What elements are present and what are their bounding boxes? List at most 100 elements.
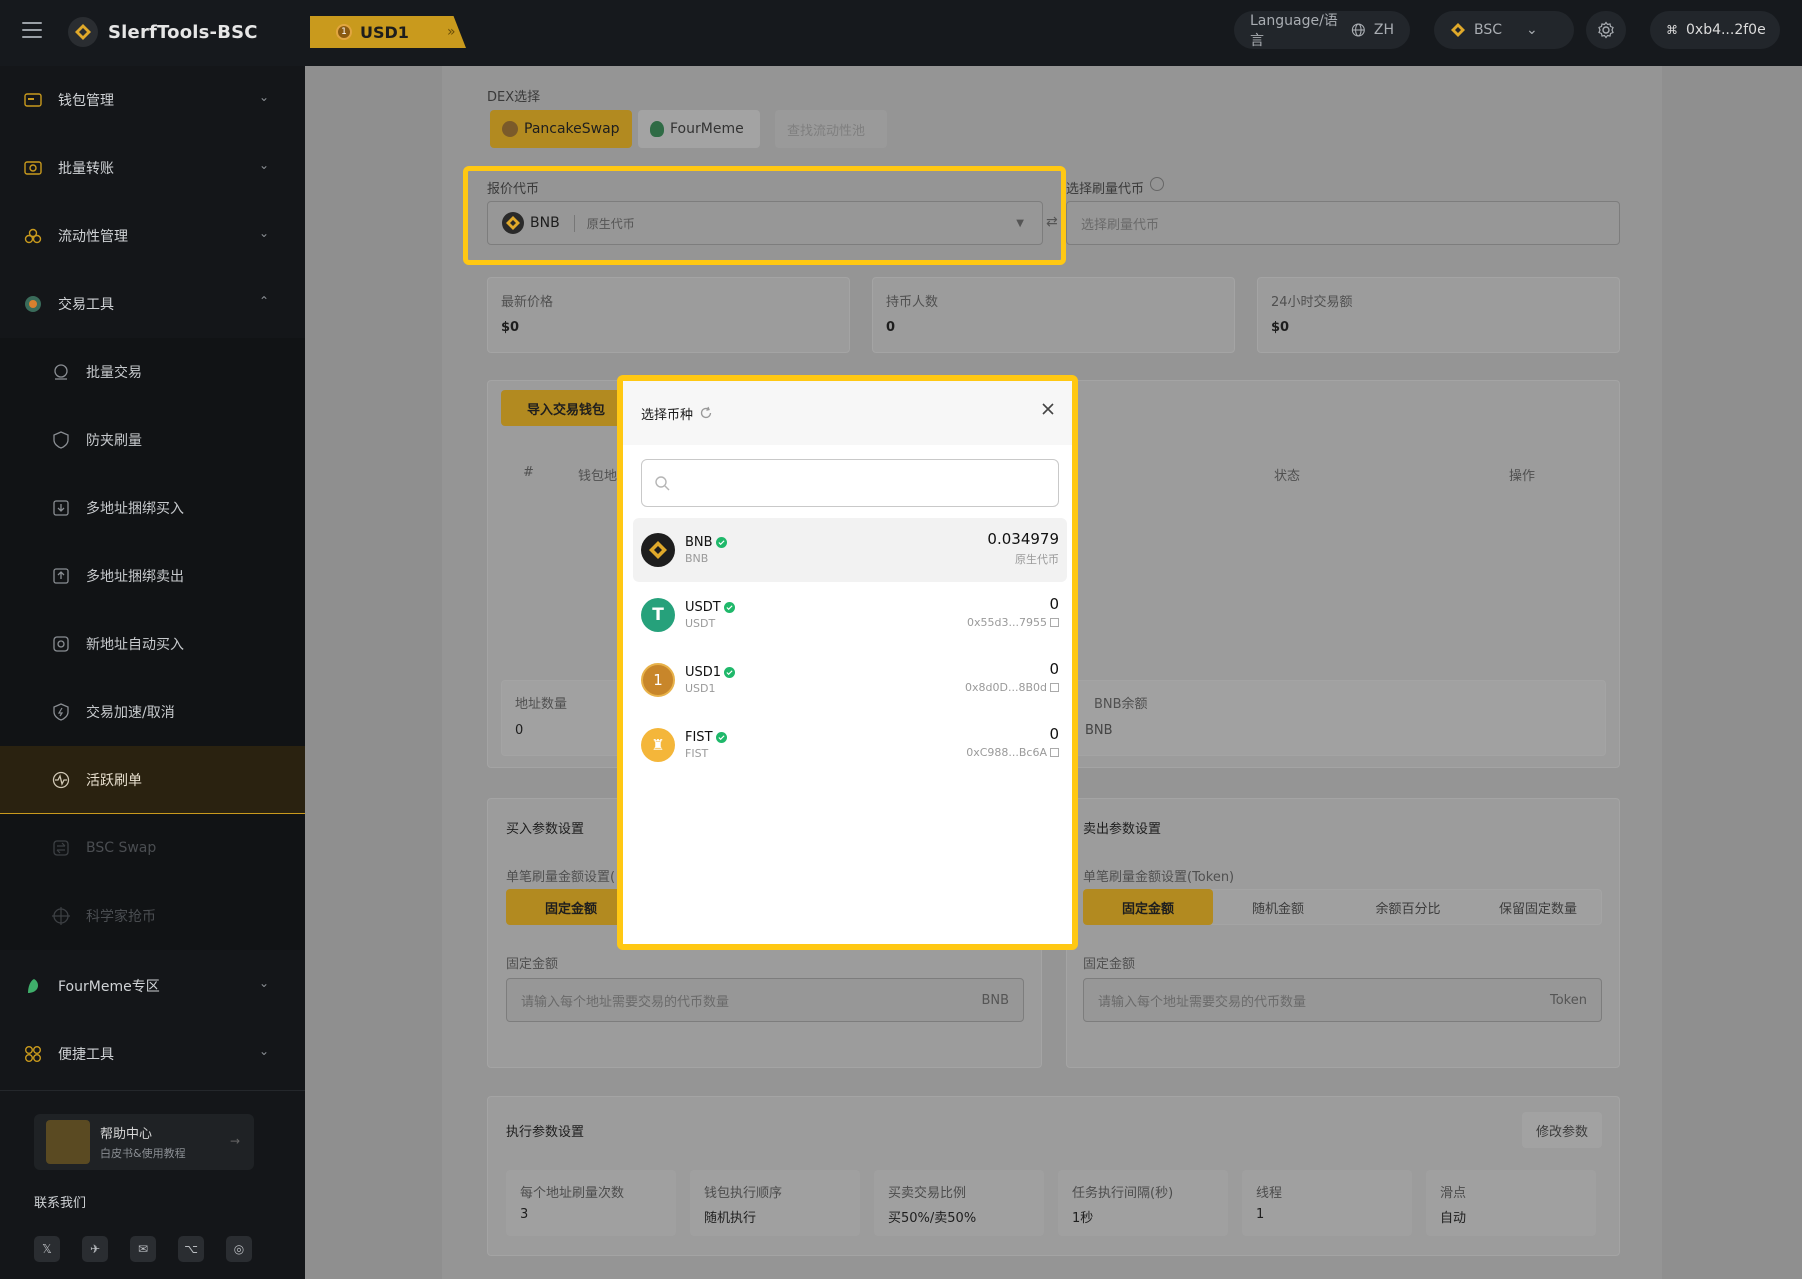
sell-amount-input[interactable]: 请输入每个地址需要交易的代币数量 Token [1083, 978, 1602, 1022]
sell-balance-percent-tab[interactable]: 余额百分比 [1343, 889, 1473, 925]
sidebar-item-trading-tools[interactable]: 交易工具 ⌃ [0, 270, 305, 338]
dex-fourmeme-button[interactable]: FourMeme [638, 110, 760, 148]
sell-fixed-amount-tab[interactable]: 固定金额 [1083, 889, 1213, 925]
param-value: 自动 [1440, 1211, 1467, 1226]
sidebar-subitem-active-volume[interactable]: 活跃刷单 [0, 746, 305, 814]
copy-icon[interactable] [1050, 748, 1059, 757]
quote-token-select[interactable]: BNB 原生代币 ▼ [487, 201, 1043, 245]
modify-params-label: 修改参数 [1535, 1124, 1588, 1140]
dex-pancakeswap-button[interactable]: PancakeSwap [490, 110, 632, 148]
sidebar-subitem-auto-buy[interactable]: 新地址自动买入 [0, 610, 305, 678]
stat-label: 持币人数 [886, 295, 939, 310]
token-balance-block: 0 0xC988...Bc6A [966, 725, 1059, 759]
refresh-icon[interactable] [1150, 177, 1164, 191]
swap-arrows-icon[interactable]: ⇄ [1046, 214, 1058, 230]
wallet-icon: ⌘ [1666, 23, 1678, 37]
seg-label: 保留固定数量 [1498, 901, 1577, 917]
verified-check-icon [723, 602, 735, 613]
sidebar-item-batch-transfer[interactable]: 批量转账 ⌄ [0, 134, 305, 202]
close-icon[interactable] [1038, 399, 1058, 419]
token-address: 0xC988...Bc6A [966, 746, 1047, 759]
param-value: 随机执行 [704, 1211, 757, 1226]
sidebar-subitem-speedup[interactable]: 交易加速/取消 [0, 678, 305, 746]
fist-icon: ♜ [641, 728, 675, 762]
wallet-address-button[interactable]: ⌘ 0xb4...2f0e [1650, 11, 1780, 49]
liquidity-icon [24, 227, 42, 245]
verified-check-icon [715, 537, 727, 548]
github-icon[interactable]: ⌥ [178, 1236, 204, 1262]
sidebar-item-liquidity[interactable]: 流动性管理 ⌄ [0, 202, 305, 270]
globe-icon [1352, 23, 1366, 37]
telegram-icon[interactable]: ✈ [82, 1236, 108, 1262]
active-token-tab[interactable]: 1 USD1 » [310, 16, 466, 48]
brand-logo-icon [68, 17, 98, 47]
network-selector[interactable]: BSC ⌄ [1434, 11, 1574, 49]
token-address: 0x55d3...7955 [967, 616, 1047, 629]
token-symbol: USDT [685, 617, 716, 630]
sidebar-subitem-batch-trade[interactable]: 批量交易 [0, 338, 305, 406]
sidebar-subitem-label: 科学家抢币 [86, 909, 156, 925]
shield-bolt-icon [52, 703, 70, 721]
buy-amount-input[interactable]: 请输入每个地址需要交易的代币数量 BNB [506, 978, 1024, 1022]
upload-icon [52, 567, 70, 585]
token-symbol: BNB [685, 552, 709, 565]
seg-label: 随机金额 [1251, 901, 1304, 917]
sidebar-subitem-label: 新地址自动买入 [86, 637, 184, 653]
sidebar-subitem-bundle-sell[interactable]: 多地址捆绑卖出 [0, 542, 305, 610]
select-token-placeholder: 选择刷量代币 [1081, 217, 1160, 233]
auto-buy-icon [52, 635, 70, 653]
settings-button[interactable] [1586, 11, 1626, 49]
import-wallet-button[interactable]: 导入交易钱包 [501, 390, 631, 426]
copy-icon[interactable] [1050, 683, 1059, 692]
param-label: 钱包执行顺序 [704, 1186, 783, 1201]
token-option-usdt[interactable]: T USDT USDT 0 0x55d3...7955 [633, 583, 1067, 647]
sell-keep-fixed-tab[interactable]: 保留固定数量 [1473, 889, 1603, 925]
buy-amount-placeholder: 请输入每个地址需要交易的代币数量 [521, 994, 730, 1010]
stat-card-volume [1257, 277, 1620, 353]
table-header-index: # [523, 465, 534, 480]
refresh-icon[interactable] [699, 406, 713, 420]
sidebar-subitem-anti-sandwich[interactable]: 防夹刷量 [0, 406, 305, 474]
buy-fixed-label: 固定金额 [506, 957, 559, 972]
active-token-label: USD1 [360, 22, 409, 42]
modify-params-button[interactable]: 修改参数 [1522, 1112, 1602, 1148]
discord-icon[interactable]: ◎ [226, 1236, 252, 1262]
mail-icon[interactable]: ✉ [130, 1236, 156, 1262]
addr-count-label: 地址数量 [515, 697, 568, 712]
token-address: 0x8d0D...8B0d [965, 681, 1047, 694]
sidebar-subitem-bsc-swap[interactable]: BSC Swap [0, 814, 305, 882]
find-pool-button[interactable]: 查找流动性池 [775, 110, 887, 148]
sidebar-item-quick-tools[interactable]: 便捷工具 ⌄ [0, 1020, 305, 1088]
arrow-right-icon: → [229, 1134, 240, 1148]
token-option-bnb[interactable]: BNB BNB 0.034979 原生代币 [633, 518, 1067, 582]
network-label: BSC [1474, 22, 1503, 38]
token-option-usd1[interactable]: 1 USD1 USD1 0 0x8d0D...8B0d [633, 648, 1067, 712]
sidebar-subitem-bundle-buy[interactable]: 多地址捆绑买入 [0, 474, 305, 542]
token-search-field[interactable] [641, 459, 1059, 507]
token-name-row: USDT [685, 600, 735, 615]
pancakeswap-icon [502, 121, 518, 137]
copy-icon[interactable] [1050, 618, 1059, 627]
sidebar-item-label: 批量转账 [58, 161, 114, 177]
import-wallet-label: 导入交易钱包 [526, 402, 605, 418]
seg-label: 固定金额 [544, 901, 597, 917]
sidebar-item-label: FourMeme专区 [58, 979, 160, 995]
sell-params-card [1066, 798, 1620, 1068]
select-token-input[interactable]: 选择刷量代币 [1066, 201, 1620, 245]
token-name: FIST [685, 730, 713, 745]
x-twitter-icon[interactable]: 𝕏 [34, 1236, 60, 1262]
token-option-fist[interactable]: ♜ FIST FIST 0 0xC988...Bc6A [633, 713, 1067, 777]
brand[interactable]: SlerfTools-BSC [68, 17, 258, 47]
language-selector[interactable]: Language/语言 ZH [1234, 11, 1410, 49]
token-balance-block: 0 0x55d3...7955 [967, 595, 1059, 629]
sidebar-item-fourmeme[interactable]: FourMeme专区 ⌄ [0, 952, 305, 1020]
buy-unit: BNB [981, 992, 1009, 1008]
sell-random-amount-tab[interactable]: 随机金额 [1213, 889, 1343, 925]
buy-amount-label: 单笔刷量金额设置( [506, 870, 616, 885]
download-icon [52, 499, 70, 517]
help-center-card[interactable]: 帮助中心 白皮书&使用教程 → [34, 1114, 254, 1170]
sidebar-item-wallet[interactable]: 钱包管理 ⌄ [0, 66, 305, 134]
sidebar-subitem-sniper[interactable]: 科学家抢币 [0, 882, 305, 950]
menu-icon[interactable] [22, 22, 42, 40]
token-search-input[interactable] [678, 475, 1038, 491]
